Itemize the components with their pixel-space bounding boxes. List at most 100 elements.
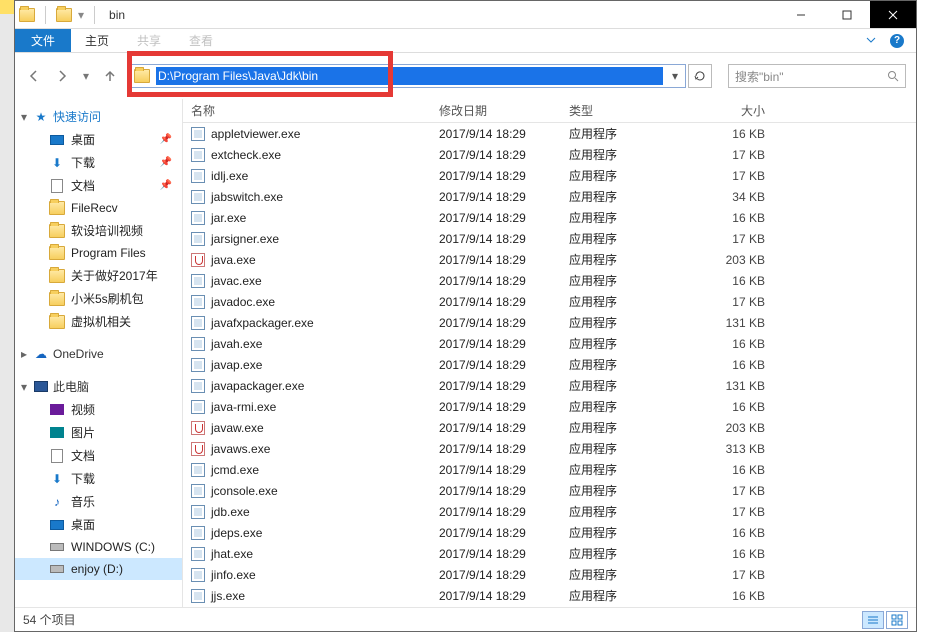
file-row[interactable]: jcmd.exe2017/9/14 18:29应用程序16 KB — [183, 459, 916, 480]
ribbon-collapse-icon[interactable] — [866, 34, 876, 48]
file-icon — [191, 358, 205, 372]
file-date: 2017/9/14 18:29 — [439, 316, 569, 330]
file-type: 应用程序 — [569, 482, 685, 499]
sidebar-item[interactable]: FileRecv — [15, 197, 182, 219]
file-icon — [191, 169, 205, 183]
sidebar-onedrive[interactable]: ▸☁ OneDrive — [15, 343, 182, 365]
search-box[interactable]: 搜索"bin" — [728, 64, 906, 88]
up-button[interactable] — [101, 67, 119, 85]
address-bar[interactable]: ▾ — [129, 64, 686, 88]
sidebar-item[interactable]: enjoy (D:) — [15, 558, 182, 580]
col-size[interactable]: 大小 — [685, 102, 785, 119]
sidebar-item[interactable]: 虚拟机相关 — [15, 310, 182, 333]
file-icon — [191, 316, 205, 330]
file-row[interactable]: javafxpackager.exe2017/9/14 18:29应用程序131… — [183, 312, 916, 333]
sidebar-quick-access[interactable]: ▾★ 快速访问 — [15, 105, 182, 128]
file-row[interactable]: javap.exe2017/9/14 18:29应用程序16 KB — [183, 354, 916, 375]
refresh-button[interactable] — [688, 64, 712, 88]
col-name[interactable]: 名称 — [183, 102, 439, 119]
file-date: 2017/9/14 18:29 — [439, 274, 569, 288]
file-type: 应用程序 — [569, 167, 685, 184]
qat-dropdown-icon[interactable]: ▾ — [78, 8, 84, 22]
file-icon — [191, 526, 205, 540]
ribbon-tab[interactable]: 查看 — [175, 29, 227, 52]
file-row[interactable]: jhat.exe2017/9/14 18:29应用程序16 KB — [183, 543, 916, 564]
file-size: 16 KB — [685, 589, 785, 603]
history-dropdown-icon[interactable]: ▾ — [81, 67, 91, 85]
file-row[interactable]: java-rmi.exe2017/9/14 18:29应用程序16 KB — [183, 396, 916, 417]
help-icon[interactable]: ? — [890, 34, 904, 48]
ribbon-tab[interactable]: 共享 — [123, 29, 175, 52]
file-size: 16 KB — [685, 358, 785, 372]
file-type: 应用程序 — [569, 587, 685, 604]
address-input[interactable] — [156, 67, 663, 85]
file-row[interactable]: idlj.exe2017/9/14 18:29应用程序17 KB — [183, 165, 916, 186]
file-row[interactable]: javah.exe2017/9/14 18:29应用程序16 KB — [183, 333, 916, 354]
file-row[interactable]: jconsole.exe2017/9/14 18:29应用程序17 KB — [183, 480, 916, 501]
qat-folder-icon[interactable] — [56, 8, 72, 22]
file-size: 131 KB — [685, 379, 785, 393]
col-date[interactable]: 修改日期 — [439, 102, 569, 119]
file-row[interactable]: jarsigner.exe2017/9/14 18:29应用程序17 KB — [183, 228, 916, 249]
file-row[interactable]: javadoc.exe2017/9/14 18:29应用程序17 KB — [183, 291, 916, 312]
maximize-button[interactable] — [824, 1, 870, 28]
file-list[interactable]: appletviewer.exe2017/9/14 18:29应用程序16 KB… — [183, 123, 916, 607]
details-view-button[interactable] — [862, 611, 884, 629]
sidebar-item[interactable]: 文档📌 — [15, 174, 182, 197]
sidebar-item[interactable]: ⬇下载 — [15, 467, 182, 490]
sidebar-item[interactable]: 关于做好2017年 — [15, 264, 182, 287]
file-row[interactable]: appletviewer.exe2017/9/14 18:29应用程序16 KB — [183, 123, 916, 144]
file-date: 2017/9/14 18:29 — [439, 253, 569, 267]
file-row[interactable]: javac.exe2017/9/14 18:29应用程序16 KB — [183, 270, 916, 291]
file-date: 2017/9/14 18:29 — [439, 526, 569, 540]
file-row[interactable]: jabswitch.exe2017/9/14 18:29应用程序34 KB — [183, 186, 916, 207]
file-date: 2017/9/14 18:29 — [439, 463, 569, 477]
close-button[interactable] — [870, 1, 916, 28]
back-button[interactable] — [25, 67, 43, 85]
file-row[interactable]: jdeps.exe2017/9/14 18:29应用程序16 KB — [183, 522, 916, 543]
sidebar-item[interactable]: WINDOWS (C:) — [15, 536, 182, 558]
minimize-button[interactable] — [778, 1, 824, 28]
file-row[interactable]: jinfo.exe2017/9/14 18:29应用程序17 KB — [183, 564, 916, 585]
file-icon — [191, 547, 205, 561]
sidebar-item[interactable]: 桌面 — [15, 513, 182, 536]
file-row[interactable]: jdb.exe2017/9/14 18:29应用程序17 KB — [183, 501, 916, 522]
folder-icon — [49, 268, 65, 284]
file-row[interactable]: javaw.exe2017/9/14 18:29应用程序203 KB — [183, 417, 916, 438]
desktop-icon — [49, 132, 65, 148]
address-dropdown-icon[interactable]: ▾ — [665, 69, 685, 83]
home-tab[interactable]: 主页 — [71, 29, 123, 52]
sidebar-item[interactable]: 文档 — [15, 444, 182, 467]
file-icon — [191, 568, 205, 582]
sidebar-item[interactable]: ♪音乐 — [15, 490, 182, 513]
file-row[interactable]: jjs.exe2017/9/14 18:29应用程序16 KB — [183, 585, 916, 606]
file-type: 应用程序 — [569, 125, 685, 142]
sidebar-item[interactable]: ⬇下载📌 — [15, 151, 182, 174]
doc-icon — [49, 448, 65, 464]
file-row[interactable]: jar.exe2017/9/14 18:29应用程序16 KB — [183, 207, 916, 228]
file-date: 2017/9/14 18:29 — [439, 232, 569, 246]
column-headers[interactable]: 名称 修改日期 类型 大小 — [183, 99, 916, 123]
pc-icon — [34, 381, 48, 392]
sidebar-item[interactable]: 桌面📌 — [15, 128, 182, 151]
sidebar-item[interactable]: 软设培训视频 — [15, 219, 182, 242]
file-icon — [191, 484, 205, 498]
icons-view-button[interactable] — [886, 611, 908, 629]
col-type[interactable]: 类型 — [569, 102, 685, 119]
file-date: 2017/9/14 18:29 — [439, 358, 569, 372]
sidebar-item[interactable]: 图片 — [15, 421, 182, 444]
sidebar-item[interactable]: 视频 — [15, 398, 182, 421]
file-tab[interactable]: 文件 — [15, 29, 71, 52]
sidebar-item[interactable]: 小米5s刷机包 — [15, 287, 182, 310]
sidebar-this-pc[interactable]: ▾ 此电脑 — [15, 375, 182, 398]
file-date: 2017/9/14 18:29 — [439, 211, 569, 225]
forward-button[interactable] — [53, 67, 71, 85]
file-name: javapackager.exe — [211, 379, 304, 393]
file-row[interactable]: java.exe2017/9/14 18:29应用程序203 KB — [183, 249, 916, 270]
file-row[interactable]: javaws.exe2017/9/14 18:29应用程序313 KB — [183, 438, 916, 459]
sidebar-item[interactable]: Program Files — [15, 242, 182, 264]
file-row[interactable]: javapackager.exe2017/9/14 18:29应用程序131 K… — [183, 375, 916, 396]
file-date: 2017/9/14 18:29 — [439, 484, 569, 498]
file-type: 应用程序 — [569, 503, 685, 520]
file-row[interactable]: extcheck.exe2017/9/14 18:29应用程序17 KB — [183, 144, 916, 165]
